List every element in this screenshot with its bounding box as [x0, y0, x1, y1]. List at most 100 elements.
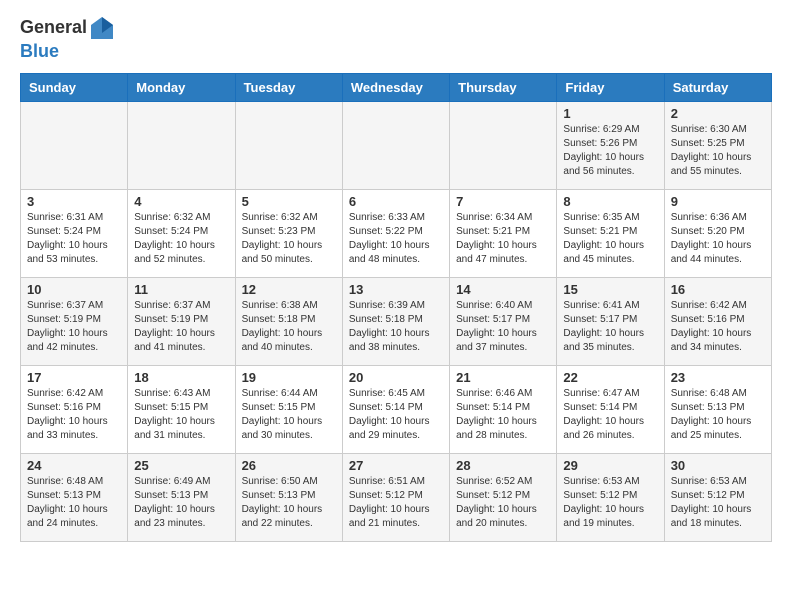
calendar-header-row: Sunday Monday Tuesday Wednesday Thursday…: [21, 73, 772, 101]
table-row: 16 Sunrise: 6:42 AMSunset: 5:16 PMDayligh…: [664, 277, 771, 365]
day-info: Sunrise: 6:50 AMSunset: 5:13 PMDaylight:…: [242, 475, 336, 531]
logo-blue: Blue: [20, 41, 59, 61]
calendar-body: 1 Sunrise: 6:29 AMSunset: 5:26 PMDaylight…: [21, 101, 772, 541]
day-number: 19: [242, 370, 336, 385]
day-number: 5: [242, 194, 336, 209]
table-row: 30Sunrise: 6:53 AMSunset: 5:12 PMDayligh…: [664, 453, 771, 541]
day-number: 29: [563, 458, 657, 473]
table-row: 21 Sunrise: 6:46 AMSunset: 5:14 PMDayligh…: [450, 365, 557, 453]
table-row: 4 Sunrise: 6:32 AMSunset: 5:24 PMDaylight…: [128, 189, 235, 277]
day-number: 4: [134, 194, 228, 209]
calendar-table: Sunday Monday Tuesday Wednesday Thursday…: [20, 73, 772, 542]
day-number: 7: [456, 194, 550, 209]
day-info: Sunrise: 6:35 AMSunset: 5:21 PMDaylight:…: [563, 211, 657, 267]
table-row: 11 Sunrise: 6:37 AMSunset: 5:19 PMDayligh…: [128, 277, 235, 365]
day-number: 27: [349, 458, 443, 473]
day-number: 18: [134, 370, 228, 385]
day-info: Sunrise: 6:49 AMSunset: 5:13 PMDaylight:…: [134, 475, 228, 531]
day-number: 28: [456, 458, 550, 473]
calendar-week-row: 1 Sunrise: 6:29 AMSunset: 5:26 PMDaylight…: [21, 101, 772, 189]
day-info: Sunrise: 6:39 AMSunset: 5:18 PMDaylight:…: [349, 299, 443, 355]
table-row: 24 Sunrise: 6:48 AMSunset: 5:13 PMDayligh…: [21, 453, 128, 541]
table-row: 25 Sunrise: 6:49 AMSunset: 5:13 PMDayligh…: [128, 453, 235, 541]
header-friday: Friday: [557, 73, 664, 101]
table-row: 17 Sunrise: 6:42 AMSunset: 5:16 PMDayligh…: [21, 365, 128, 453]
table-row: 15 Sunrise: 6:41 AMSunset: 5:17 PMDayligh…: [557, 277, 664, 365]
table-row: 8Sunrise: 6:35 AMSunset: 5:21 PMDaylight…: [557, 189, 664, 277]
page-header: General Blue: [0, 0, 792, 73]
day-info: Sunrise: 6:52 AMSunset: 5:12 PMDaylight:…: [456, 475, 550, 531]
day-info: Sunrise: 6:32 AMSunset: 5:23 PMDaylight:…: [242, 211, 336, 267]
table-row: [21, 101, 128, 189]
day-info: Sunrise: 6:37 AMSunset: 5:19 PMDaylight:…: [27, 299, 121, 355]
calendar-week-row: 3 Sunrise: 6:31 AMSunset: 5:24 PMDaylight…: [21, 189, 772, 277]
day-info: Sunrise: 6:29 AMSunset: 5:26 PMDaylight:…: [563, 123, 657, 179]
day-number: 17: [27, 370, 121, 385]
day-info: Sunrise: 6:47 AMSunset: 5:14 PMDaylight:…: [563, 387, 657, 443]
day-number: 24: [27, 458, 121, 473]
day-info: Sunrise: 6:32 AMSunset: 5:24 PMDaylight:…: [134, 211, 228, 267]
day-info: Sunrise: 6:44 AMSunset: 5:15 PMDaylight:…: [242, 387, 336, 443]
day-number: 9: [671, 194, 765, 209]
day-number: 23: [671, 370, 765, 385]
day-info: Sunrise: 6:38 AMSunset: 5:18 PMDaylight:…: [242, 299, 336, 355]
day-info: Sunrise: 6:40 AMSunset: 5:17 PMDaylight:…: [456, 299, 550, 355]
table-row: [450, 101, 557, 189]
table-row: 5 Sunrise: 6:32 AMSunset: 5:23 PMDaylight…: [235, 189, 342, 277]
day-number: 26: [242, 458, 336, 473]
day-info: Sunrise: 6:31 AMSunset: 5:24 PMDaylight:…: [27, 211, 121, 267]
calendar-wrapper: Sunday Monday Tuesday Wednesday Thursday…: [0, 73, 792, 552]
day-number: 13: [349, 282, 443, 297]
day-info: Sunrise: 6:51 AMSunset: 5:12 PMDaylight:…: [349, 475, 443, 531]
day-number: 30: [671, 458, 765, 473]
logo-icon: [89, 15, 115, 41]
header-sunday: Sunday: [21, 73, 128, 101]
calendar-week-row: 17 Sunrise: 6:42 AMSunset: 5:16 PMDayligh…: [21, 365, 772, 453]
table-row: 2Sunrise: 6:30 AMSunset: 5:25 PMDaylight…: [664, 101, 771, 189]
table-row: 27 Sunrise: 6:51 AMSunset: 5:12 PMDayligh…: [342, 453, 449, 541]
table-row: 28 Sunrise: 6:52 AMSunset: 5:12 PMDayligh…: [450, 453, 557, 541]
table-row: 12 Sunrise: 6:38 AMSunset: 5:18 PMDayligh…: [235, 277, 342, 365]
day-number: 15: [563, 282, 657, 297]
table-row: 23 Sunrise: 6:48 AMSunset: 5:13 PMDayligh…: [664, 365, 771, 453]
day-info: Sunrise: 6:37 AMSunset: 5:19 PMDaylight:…: [134, 299, 228, 355]
table-row: 10Sunrise: 6:37 AMSunset: 5:19 PMDayligh…: [21, 277, 128, 365]
table-row: 13 Sunrise: 6:39 AMSunset: 5:18 PMDayligh…: [342, 277, 449, 365]
day-number: 12: [242, 282, 336, 297]
day-info: Sunrise: 6:33 AMSunset: 5:22 PMDaylight:…: [349, 211, 443, 267]
day-number: 25: [134, 458, 228, 473]
day-number: 1: [563, 106, 657, 121]
day-number: 22: [563, 370, 657, 385]
day-number: 16: [671, 282, 765, 297]
table-row: 22 Sunrise: 6:47 AMSunset: 5:14 PMDayligh…: [557, 365, 664, 453]
day-number: 3: [27, 194, 121, 209]
day-number: 6: [349, 194, 443, 209]
day-number: 11: [134, 282, 228, 297]
table-row: [235, 101, 342, 189]
day-info: Sunrise: 6:42 AMSunset: 5:16 PMDaylight:…: [671, 299, 765, 355]
day-info: Sunrise: 6:43 AMSunset: 5:15 PMDaylight:…: [134, 387, 228, 443]
day-info: Sunrise: 6:36 AMSunset: 5:20 PMDaylight:…: [671, 211, 765, 267]
day-number: 14: [456, 282, 550, 297]
logo: General Blue: [20, 15, 117, 63]
logo-general: General: [20, 17, 87, 37]
header-thursday: Thursday: [450, 73, 557, 101]
day-number: 21: [456, 370, 550, 385]
day-info: Sunrise: 6:45 AMSunset: 5:14 PMDaylight:…: [349, 387, 443, 443]
table-row: 7 Sunrise: 6:34 AMSunset: 5:21 PMDaylight…: [450, 189, 557, 277]
day-info: Sunrise: 6:48 AMSunset: 5:13 PMDaylight:…: [671, 387, 765, 443]
table-row: [342, 101, 449, 189]
day-info: Sunrise: 6:53 AMSunset: 5:12 PMDaylight:…: [563, 475, 657, 531]
day-info: Sunrise: 6:48 AMSunset: 5:13 PMDaylight:…: [27, 475, 121, 531]
table-row: 9 Sunrise: 6:36 AMSunset: 5:20 PMDaylight…: [664, 189, 771, 277]
day-number: 20: [349, 370, 443, 385]
day-info: Sunrise: 6:34 AMSunset: 5:21 PMDaylight:…: [456, 211, 550, 267]
table-row: 20 Sunrise: 6:45 AMSunset: 5:14 PMDayligh…: [342, 365, 449, 453]
day-info: Sunrise: 6:30 AMSunset: 5:25 PMDaylight:…: [671, 123, 765, 179]
calendar-week-row: 10Sunrise: 6:37 AMSunset: 5:19 PMDayligh…: [21, 277, 772, 365]
day-info: Sunrise: 6:46 AMSunset: 5:14 PMDaylight:…: [456, 387, 550, 443]
day-info: Sunrise: 6:42 AMSunset: 5:16 PMDaylight:…: [27, 387, 121, 443]
table-row: 1 Sunrise: 6:29 AMSunset: 5:26 PMDaylight…: [557, 101, 664, 189]
day-info: Sunrise: 6:41 AMSunset: 5:17 PMDaylight:…: [563, 299, 657, 355]
table-row: 26 Sunrise: 6:50 AMSunset: 5:13 PMDayligh…: [235, 453, 342, 541]
